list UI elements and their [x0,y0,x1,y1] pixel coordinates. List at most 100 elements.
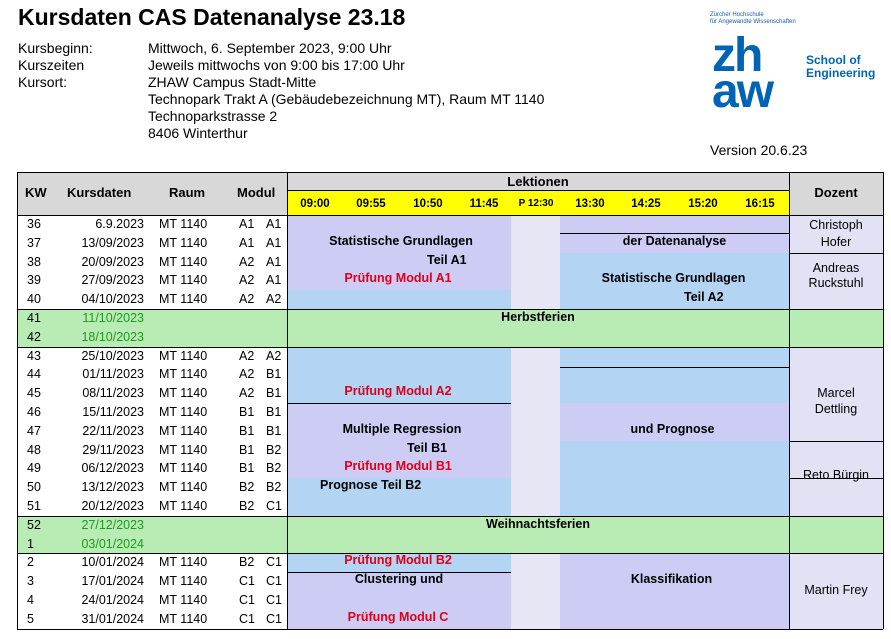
modul-cell: A1 [239,217,255,231]
modul-cell: B2 [239,555,255,570]
dozent-divider [789,252,883,254]
section-divider [17,309,883,310]
kw-cell: 48 [27,442,41,457]
modul-cell: A2 [266,292,282,307]
holiday-row-bg [17,515,287,535]
time-slot: 09:00 [300,198,330,210]
version-label: Version 20.6.23 [710,142,808,158]
kw-cell: 3 [27,574,34,589]
date-cell: 20/09/2023 [81,254,144,269]
modul-cell: A1 [266,273,282,288]
date-cell: 22/11/2023 [82,423,144,438]
event-weihnachtsferien: Weihnachtsferien [486,516,590,531]
modul-cell: A2 [239,254,255,269]
room-cell: MT 1140 [159,273,208,288]
modul-cell: B1 [266,386,282,401]
event-pruefung-a1: Prüfung Modul A1 [344,271,452,286]
date-cell: 10/01/2024 [81,555,144,570]
lesson-divider [560,367,789,369]
date-cell: 08/11/2023 [82,386,144,401]
event-multiple-regression: Multiple Regression [342,421,462,436]
room-cell: MT 1140 [159,348,208,363]
date-cell: 20/12/2023 [81,499,144,513]
info-value-address-line3: 8406 Winterthur [148,125,248,141]
room-cell: MT 1140 [159,386,208,401]
info-value-kursort: ZHAW Campus Stadt-Mitte [148,74,317,90]
date-cell: 06/12/2023 [81,461,144,476]
room-cell: MT 1140 [159,217,208,231]
kw-cell: 1 [27,536,34,551]
modul-cell: C1 [266,611,282,626]
modul-cell: A2 [239,292,255,307]
modul-cell: A1 [239,235,255,250]
date-cell: 01/11/2023 [82,367,144,382]
kw-cell: 41 [27,311,41,325]
modul-cell: A2 [239,367,255,382]
dozent-name: Ruckstuhl [808,276,864,291]
room-cell: MT 1140 [159,367,208,382]
modul-cell: A1 [266,217,282,231]
room-cell: MT 1140 [159,555,208,570]
kw-cell: 36 [27,217,41,231]
modul-cell: C1 [266,499,282,513]
modul-cell: B1 [266,367,282,382]
logo-school-text: School of Engineering [806,54,875,80]
modul-cell: B2 [239,499,255,513]
modul-cell: C1 [266,555,282,570]
event-pruefung-b1: Prüfung Modul B1 [344,459,452,474]
modul-cell: B1 [239,442,255,457]
lektionen-left-border [287,172,288,629]
kw-cell: 51 [27,499,41,513]
lektionen-divider [287,190,789,191]
schedule-table: KW Kursdaten Raum Modul Lektionen Dozent 09:00… [17,172,884,632]
kw-cell: 40 [27,292,41,307]
kw-cell: 2 [27,555,34,570]
modul-cell: B1 [239,423,255,438]
room-cell: MT 1140 [159,611,208,626]
dozent-holiday-bg [789,515,883,554]
room-cell: MT 1140 [159,423,208,438]
date-cell: 24/01/2024 [81,593,144,607]
time-slot: 16:15 [745,198,775,210]
lesson-divider [287,403,511,404]
kw-cell: 5 [27,611,34,626]
date-cell: 6.9.2023 [95,217,144,231]
logo-mark-bottom: aw [712,65,774,118]
pause-column [511,215,560,629]
dozent-name: Christoph [809,218,863,232]
header-kursdaten: Kursdaten [67,185,132,200]
event-teil-b1: Teil B1 [407,440,448,455]
info-label-kursbeginn: Kursbeginn: [18,40,93,56]
info-label-kursort: Kursort: [18,74,68,90]
dozent-name: Dettling [814,402,858,416]
room-cell: MT 1140 [159,593,208,607]
modul-cell: B2 [266,461,282,476]
logo-small-text: Zürcher Hochschule für Angewandte Wissen… [710,12,796,26]
lesson-block-morning [287,290,511,309]
room-cell: MT 1140 [159,442,208,457]
modul-cell: A2 [239,273,255,288]
holiday-row-bg [17,534,287,554]
date-cell: 11/10/2023 [82,311,144,325]
header-bottom-border [17,215,883,216]
holiday-row-bg [17,327,287,347]
kw-cell: 52 [27,517,41,532]
kw-cell: 38 [27,254,41,269]
event-stat-grundlagen-a2: Statistische Grundlagen [601,271,746,286]
dozent-name: Reto Bürgin [802,468,870,483]
table-left-border [17,172,18,629]
table-right-border [883,172,884,629]
logo-mark: zh aw [712,32,774,118]
modul-cell: B1 [239,461,255,476]
kw-cell: 45 [27,386,41,401]
modul-cell: C1 [239,574,255,589]
lesson-block-afternoon [560,290,789,309]
room-cell: MT 1140 [159,405,208,419]
event-herbstferien: Herbstferien [501,310,575,324]
room-cell: MT 1140 [159,480,208,495]
date-cell: 25/10/2023 [81,348,144,363]
event-pruefung-c: Prüfung Modul C [347,609,449,624]
holiday-row-bg [17,309,287,328]
header-lektionen: Lektionen [507,174,569,189]
room-cell: MT 1140 [159,235,208,250]
